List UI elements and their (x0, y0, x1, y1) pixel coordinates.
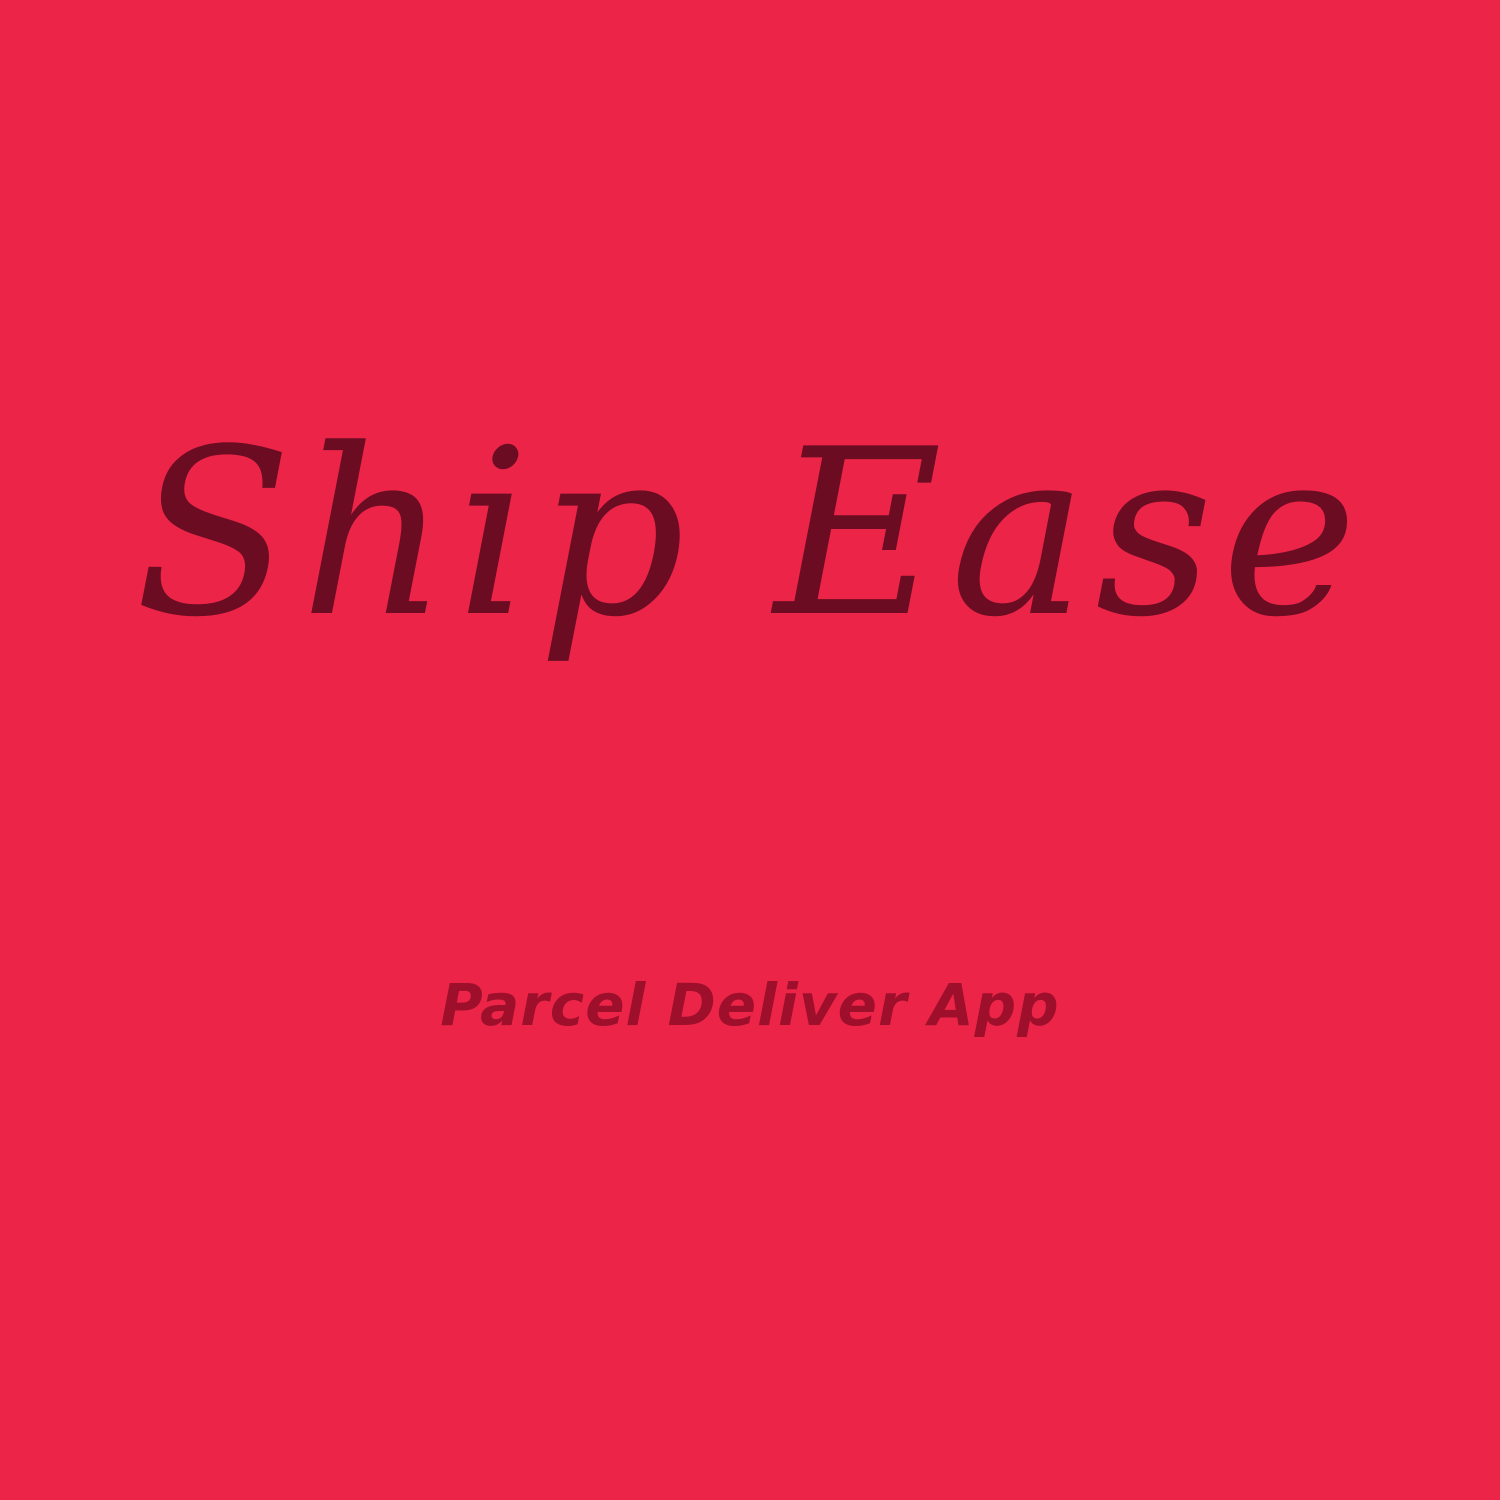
splash-screen: Ship Ease Parcel Deliver App (0, 0, 1500, 1500)
app-name-title: Ship Ease (134, 401, 1366, 668)
app-tagline: Parcel Deliver App (440, 971, 1060, 1039)
